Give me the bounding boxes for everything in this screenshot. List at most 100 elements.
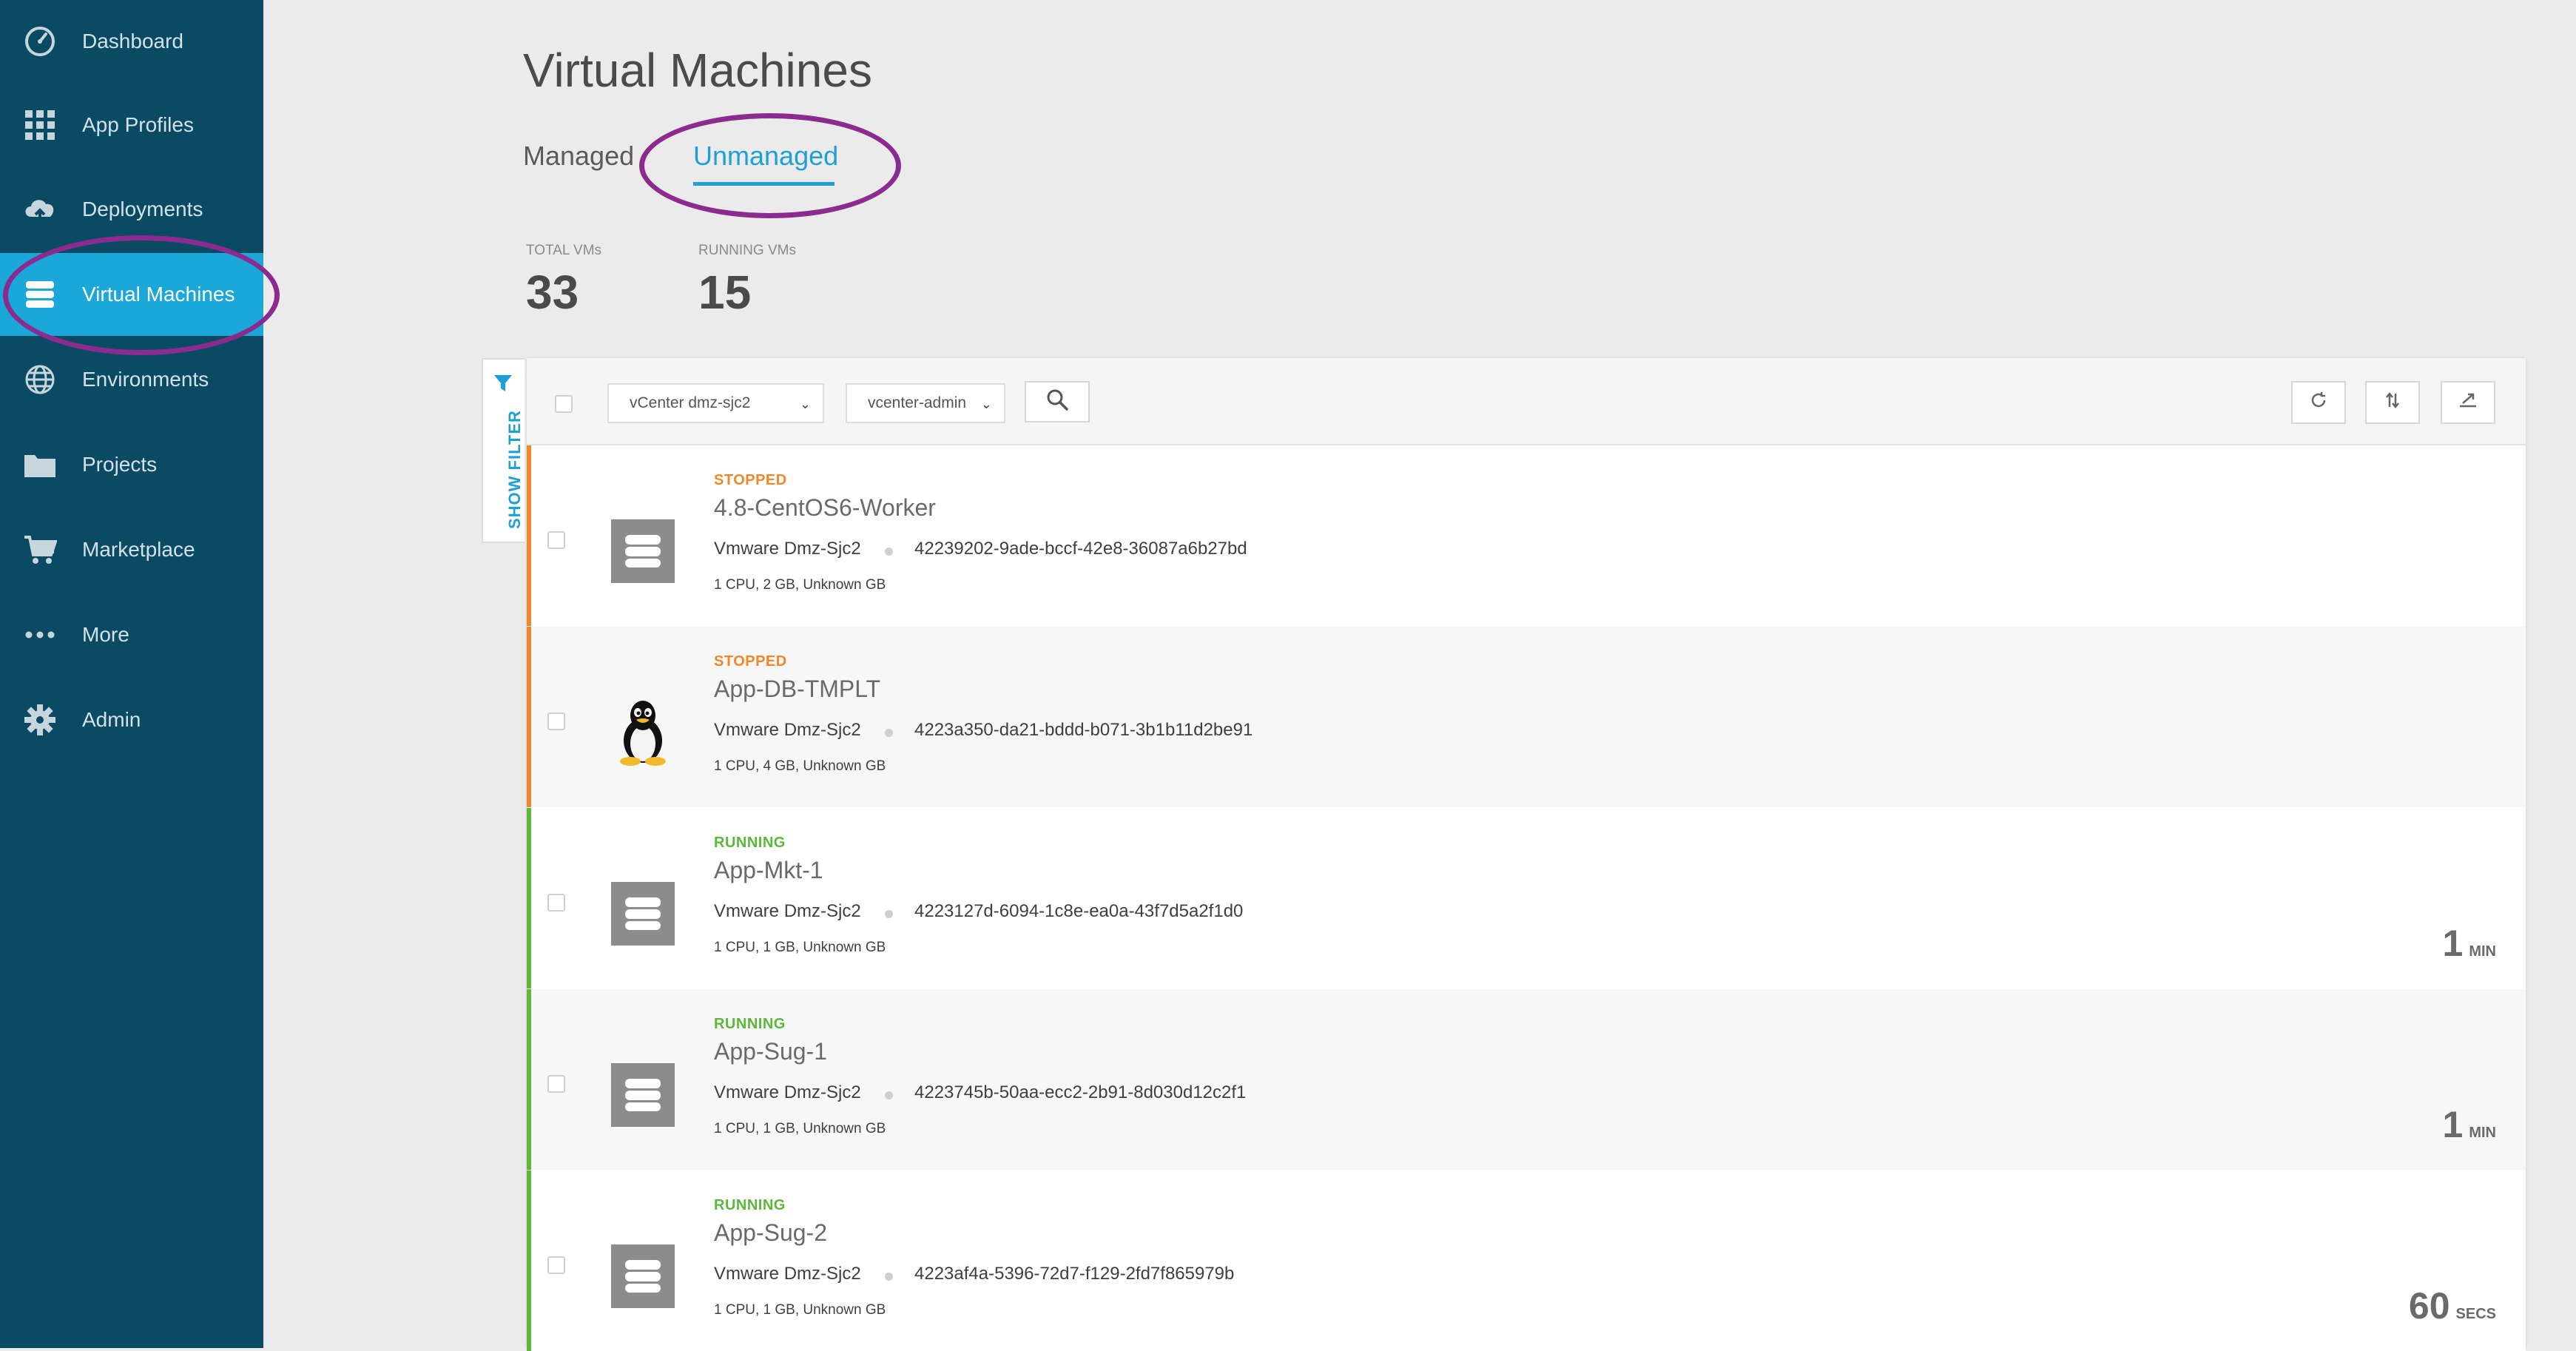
sidebar-item-deployments[interactable]: Deployments xyxy=(0,168,263,251)
vm-uuid: 4223745b-50aa-ecc2-2b91-8d030d12c2f1 xyxy=(914,1082,1247,1102)
sidebar-item-app-profiles[interactable]: App Profiles xyxy=(0,84,263,166)
row-checkbox[interactable] xyxy=(547,1075,565,1093)
row-checkbox[interactable] xyxy=(547,712,565,730)
active-tab-indicator xyxy=(693,182,834,186)
vm-uuid: 42239202-9ade-bccf-42e8-36087a6b27bd xyxy=(914,539,1247,559)
account-select-value: vcenter-admin xyxy=(868,394,967,411)
sidebar-item-label: Virtual Machines xyxy=(82,283,235,306)
sidebar-item-label: Marketplace xyxy=(82,538,195,561)
gear-icon xyxy=(22,702,58,738)
refresh-icon xyxy=(2310,391,2327,414)
running-vms-label: RUNNING VMs xyxy=(698,243,796,258)
server-stack-icon xyxy=(611,1244,675,1308)
show-filter-label[interactable]: SHOW FILTER xyxy=(505,410,525,529)
refresh-button[interactable] xyxy=(2291,381,2346,424)
server-stack-icon xyxy=(611,519,675,583)
vm-uuid: 4223a350-da21-bddd-b071-3b1b11d2be91 xyxy=(914,720,1253,740)
sidebar: Dashboard App Profiles Deployments Virtu… xyxy=(0,0,263,1348)
sidebar-item-environments[interactable]: Environments xyxy=(0,338,263,421)
separator-dot xyxy=(885,548,893,556)
sidebar-item-marketplace[interactable]: Marketplace xyxy=(0,508,263,591)
vm-host: Vmware Dmz-Sjc2 xyxy=(714,539,861,559)
separator-dot xyxy=(885,910,893,918)
sidebar-item-label: App Profiles xyxy=(82,113,194,136)
vm-uptime: 1 MIN xyxy=(2443,1103,2496,1146)
status-bar xyxy=(527,808,531,988)
sort-icon xyxy=(2384,391,2401,414)
cart-icon xyxy=(22,532,58,567)
status-bar xyxy=(527,989,531,1170)
total-vms-value: 33 xyxy=(526,266,579,319)
vm-name[interactable]: App-DB-TMPLT xyxy=(714,676,880,703)
export-button[interactable] xyxy=(2441,381,2495,424)
vm-name[interactable]: App-Mkt-1 xyxy=(714,857,823,884)
chevron-down-icon: ⌄ xyxy=(799,397,811,411)
search-button[interactable] xyxy=(1025,381,1090,422)
sidebar-item-label: Environments xyxy=(82,368,209,391)
vm-name[interactable]: App-Sug-1 xyxy=(714,1038,827,1065)
server-stack-icon xyxy=(611,1063,675,1127)
separator-dot xyxy=(885,1273,893,1281)
vm-row[interactable]: RUNNING App-Sug-1 Vmware Dmz-Sjc2 422374… xyxy=(527,989,2526,1170)
sidebar-item-projects[interactable]: Projects xyxy=(0,423,263,506)
row-checkbox[interactable] xyxy=(547,1256,565,1274)
vm-spec: 1 CPU, 4 GB, Unknown GB xyxy=(714,758,886,774)
uptime-unit: MIN xyxy=(2469,943,2496,960)
cloud-select-value: vCenter dmz-sjc2 xyxy=(630,394,751,411)
separator-dot xyxy=(885,729,893,737)
row-checkbox[interactable] xyxy=(547,894,565,912)
uptime-value: 1 xyxy=(2442,1104,2464,1145)
account-select[interactable]: vcenter-admin ⌄ xyxy=(846,383,1005,423)
vm-spec: 1 CPU, 1 GB, Unknown GB xyxy=(714,1302,886,1318)
vm-spec: 1 CPU, 2 GB, Unknown GB xyxy=(714,577,886,593)
vm-row[interactable]: STOPPED 4.8-CentOS6-Worker Vmware Dmz-Sj… xyxy=(527,445,2526,626)
more-dots-icon xyxy=(22,617,58,653)
vm-status: RUNNING xyxy=(714,1016,786,1032)
sidebar-item-label: Dashboard xyxy=(82,30,183,53)
vm-status: STOPPED xyxy=(714,472,787,488)
vm-row[interactable]: RUNNING App-Sug-2 Vmware Dmz-Sjc2 4223af… xyxy=(527,1170,2526,1351)
status-bar xyxy=(527,445,531,626)
list-toolbar xyxy=(527,358,2526,445)
sidebar-item-dashboard[interactable]: Dashboard xyxy=(0,0,263,83)
uptime-unit: MIN xyxy=(2469,1125,2496,1141)
folder-icon xyxy=(22,447,58,482)
vm-name[interactable]: 4.8-CentOS6-Worker xyxy=(714,494,936,522)
sidebar-item-label: Deployments xyxy=(82,198,203,220)
sidebar-item-more[interactable]: More xyxy=(0,593,263,676)
total-vms-label: TOTAL VMs xyxy=(526,243,602,258)
sidebar-item-label: Admin xyxy=(82,708,141,731)
page-title: Virtual Machines xyxy=(523,44,872,97)
vm-host: Vmware Dmz-Sjc2 xyxy=(714,901,861,921)
vm-row[interactable]: STOPPED App-DB-TMPLT Vmware Dmz-Sjc2 422… xyxy=(527,627,2526,807)
separator-dot xyxy=(885,1091,893,1099)
globe-icon xyxy=(22,362,58,397)
cloud-select[interactable]: vCenter dmz-sjc2 ⌄ xyxy=(607,383,824,423)
tab-unmanaged[interactable]: Unmanaged xyxy=(693,141,838,172)
vm-host: Vmware Dmz-Sjc2 xyxy=(714,720,861,740)
vm-uptime: 60 SECS xyxy=(2409,1284,2496,1327)
chevron-down-icon: ⌄ xyxy=(980,397,992,411)
sidebar-item-label: More xyxy=(82,623,129,646)
running-vms-value: 15 xyxy=(698,266,752,319)
vm-host: Vmware Dmz-Sjc2 xyxy=(714,1082,861,1102)
uptime-value: 1 xyxy=(2442,923,2464,964)
vm-name[interactable]: App-Sug-2 xyxy=(714,1219,827,1247)
vm-uuid: 4223127d-6094-1c8e-ea0a-43f7d5a2f1d0 xyxy=(914,901,1244,921)
select-all-checkbox[interactable] xyxy=(555,395,573,413)
cloud-upload-icon xyxy=(22,192,58,227)
row-checkbox[interactable] xyxy=(547,531,565,549)
vm-status: RUNNING xyxy=(714,835,786,851)
grid-icon xyxy=(22,107,58,143)
sidebar-item-virtual-machines[interactable]: Virtual Machines xyxy=(0,253,263,336)
vm-row[interactable]: RUNNING App-Mkt-1 Vmware Dmz-Sjc2 422312… xyxy=(527,808,2526,988)
vm-uuid: 4223af4a-5396-72d7-f129-2fd7f865979b xyxy=(914,1264,1235,1284)
vm-uptime: 1 MIN xyxy=(2443,922,2496,965)
sidebar-item-admin[interactable]: Admin xyxy=(0,678,263,761)
vm-status: STOPPED xyxy=(714,653,787,670)
uptime-value: 60 xyxy=(2408,1285,2450,1327)
status-bar xyxy=(527,1170,531,1351)
sort-button[interactable] xyxy=(2365,381,2420,424)
tab-managed[interactable]: Managed xyxy=(523,141,634,172)
export-icon xyxy=(2458,391,2478,414)
